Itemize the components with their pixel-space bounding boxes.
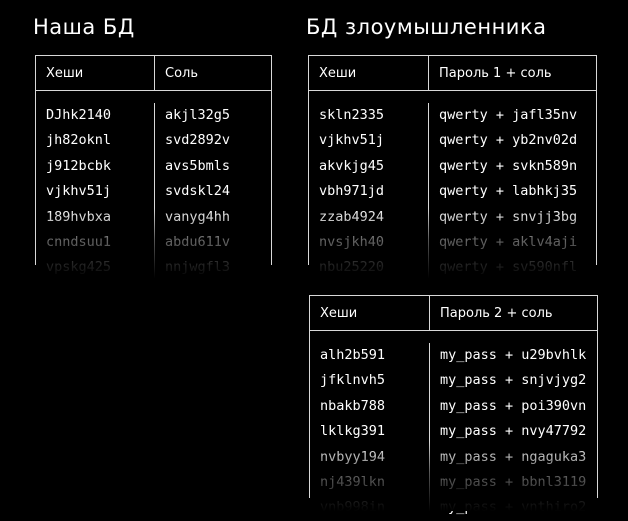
table-cell: nbakb788 <box>320 397 386 414</box>
attacker-db-title: БД злоумышленника <box>306 15 547 39</box>
table-cell: jh82oknl <box>46 132 112 149</box>
table-cell: qwerty + svkn589n <box>439 157 578 174</box>
table-cell: qwerty + aklv4aji <box>439 233 578 250</box>
header-password-salt: Пароль 2 + соль <box>440 305 553 321</box>
hash-column: alh2b591 jfklnvh5 nbakb788 lklkg391 nvby… <box>310 343 430 515</box>
password-salt-column: qwerty + jafl35nv qwerty + yb2nv02d qwer… <box>429 103 596 278</box>
table-cell: akjl32g5 <box>165 107 231 123</box>
table-cell: vjkhv51j <box>319 132 385 149</box>
table-header: Хеши Пароль 2 + соль <box>310 296 597 331</box>
header-password-salt: Пароль 1 + соль <box>439 65 552 81</box>
table-cell: jfklnvh5 <box>320 372 386 389</box>
table-cell: nnjwgfl3 <box>165 259 231 276</box>
hash-column: skln2335 vjkhv51j akvkjg45 vbh971jd zzab… <box>309 103 429 278</box>
attacker-table-1: Хеши Пароль 1 + соль skln2335 vjkhv51j a… <box>308 55 597 278</box>
table-cell: zzab4924 <box>319 208 385 225</box>
table-cell: vnb998in <box>320 499 386 516</box>
table-cell: vjkhv51j <box>46 183 112 200</box>
table-cell: my_pass + vnthiro2 <box>440 499 587 516</box>
table-cell: akvkjg45 <box>319 157 385 174</box>
table-cell: alh2b591 <box>320 347 386 363</box>
table-cell: nvbyy194 <box>320 448 386 465</box>
header-hashes: Хеши <box>309 56 429 90</box>
our-db-table: Хеши Соль DJhk2140 jh82oknl j912bcbk vjk… <box>35 55 272 278</box>
table-cell: nbu25220 <box>319 259 385 276</box>
table-cell: my_pass + u29bvhlk <box>440 347 587 363</box>
hash-column: DJhk2140 jh82oknl j912bcbk vjkhv51j 189h… <box>36 103 155 278</box>
table-cell: vbh971jd <box>319 183 385 200</box>
header-hashes: Хеши <box>36 56 155 90</box>
table-cell: DJhk2140 <box>46 107 112 123</box>
table-cell: qwerty + jafl35nv <box>439 107 578 123</box>
salt-column: akjl32g5 svd2892v avs5bmls svdskl24 vany… <box>155 103 271 278</box>
password-salt-column: my_pass + u29bvhlk my_pass + snjvjyg2 my… <box>430 343 597 515</box>
table-cell: vpskg425 <box>46 259 112 276</box>
table-cell: svd2892v <box>165 132 231 149</box>
attacker-table-2: Хеши Пароль 2 + соль alh2b591 jfklnvh5 n… <box>309 295 598 515</box>
table-cell: my_pass + snjvjyg2 <box>440 372 587 389</box>
table-cell: qwerty + yb2nv02d <box>439 132 578 149</box>
table-cell: nj439lkn <box>320 473 386 490</box>
table-cell: qwerty + sv590nfl <box>439 259 578 276</box>
table-cell: cnndsuu1 <box>46 233 112 250</box>
table-body: alh2b591 jfklnvh5 nbakb788 lklkg391 nvby… <box>310 331 597 515</box>
table-cell: qwerty + snvjj3bg <box>439 208 578 225</box>
table-cell: lklkg391 <box>320 423 386 440</box>
table-header: Хеши Пароль 1 + соль <box>309 56 596 91</box>
table-cell: qwerty + labhkj35 <box>439 183 578 200</box>
table-cell: skln2335 <box>319 107 385 123</box>
table-cell: my_pass + ngaguka3 <box>440 448 587 465</box>
table-cell: j912bcbk <box>46 157 112 174</box>
table-header: Хеши Соль <box>36 56 271 91</box>
table-cell: my_pass + bbnl3119 <box>440 473 587 490</box>
table-cell: abdu611v <box>165 233 231 250</box>
header-salt: Соль <box>165 65 199 81</box>
our-db-title: Наша БД <box>33 15 135 39</box>
table-cell: avs5bmls <box>165 157 231 174</box>
table-body: skln2335 vjkhv51j akvkjg45 vbh971jd zzab… <box>309 91 596 278</box>
header-hashes: Хеши <box>310 296 430 330</box>
table-cell: my_pass + nvy47792 <box>440 423 587 440</box>
table-cell: vanyg4hh <box>165 208 231 225</box>
table-cell: svdskl24 <box>165 183 231 200</box>
table-body: DJhk2140 jh82oknl j912bcbk vjkhv51j 189h… <box>36 91 271 278</box>
table-cell: my_pass + poi390vn <box>440 397 587 414</box>
table-cell: nvsjkh40 <box>319 233 385 250</box>
table-cell: 189hvbxa <box>46 208 112 225</box>
